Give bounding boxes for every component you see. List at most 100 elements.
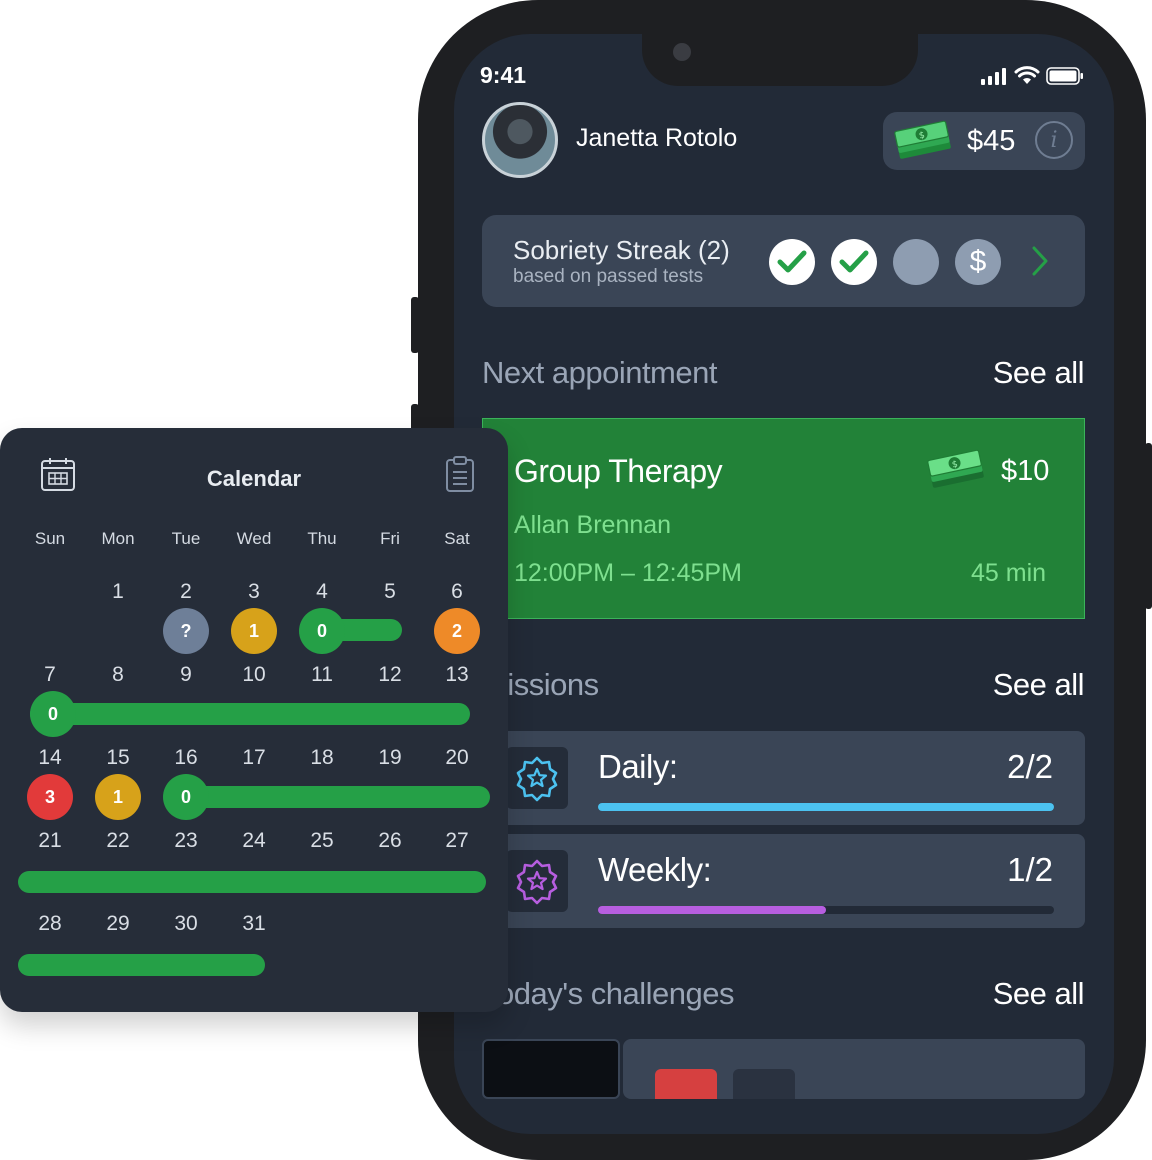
sobriety-streak-card[interactable]: Sobriety Streak (2) based on passed test… [482, 215, 1085, 307]
calendar-day[interactable]: 26 [365, 829, 415, 853]
clipboard-icon[interactable] [444, 455, 476, 493]
chevron-right-icon [1032, 246, 1048, 276]
calendar-title: Calendar [206, 466, 302, 491]
calendar-day[interactable]: 21 [25, 829, 75, 853]
see-all-challenges-link[interactable]: See all [993, 976, 1085, 1012]
calendar-day-badge[interactable]: 3 [27, 774, 73, 820]
appointment-price: $10 [1001, 455, 1050, 487]
calendar-day-badge[interactable]: 1 [231, 608, 277, 654]
streak-check-icon [769, 239, 815, 285]
streak-subtitle: based on passed tests [513, 266, 704, 287]
calendar-weekday-label: Mon [101, 529, 135, 548]
mission-count: 1/2 [1007, 851, 1053, 888]
calendar-day[interactable]: 5 [365, 580, 415, 604]
calendar-day[interactable]: 31 [229, 912, 279, 936]
challenges-heading: Today's challenges [482, 976, 734, 1011]
wifi-icon [1014, 66, 1040, 84]
badge-star-icon [506, 850, 568, 912]
calendar-day[interactable]: 14 [25, 746, 75, 770]
balance-amount: $45 [967, 125, 1016, 157]
appointment-duration: 45 min [971, 559, 1047, 587]
calendar-day[interactable]: 29 [93, 912, 143, 936]
calendar-day[interactable]: 8 [93, 663, 143, 687]
calendar-day[interactable]: 17 [229, 746, 279, 770]
mission-progress-fill [598, 803, 1054, 811]
cellular-signal-icon [981, 68, 1006, 85]
appointment-person: Allan Brennan [514, 511, 672, 539]
appointment-card[interactable]: Group Therapy $ $10 Allan Brennan 12:00P… [482, 418, 1085, 619]
camera-icon [673, 43, 691, 61]
calendar-day-badge[interactable]: 1 [95, 774, 141, 820]
calendar-streak-bar [18, 871, 486, 893]
status-time: 9:41 [480, 62, 527, 88]
mission-progress-bar [598, 906, 1054, 914]
see-all-appointments-link[interactable]: See all [993, 355, 1085, 391]
badge-star-icon [506, 747, 568, 809]
calendar-day-badge[interactable]: 0 [163, 774, 209, 820]
calendar-streak-bar [18, 954, 265, 976]
mission-label: Daily: [598, 748, 678, 785]
calendar-weekday-label: Wed [236, 529, 272, 548]
cash-stack-icon: $ [927, 449, 984, 488]
mission-daily-card[interactable]: Daily: 2/2 [482, 731, 1085, 825]
calendar-day-badge[interactable]: 0 [30, 691, 76, 737]
calendar-weekday-label: Sat [444, 529, 470, 548]
calendar-day[interactable]: 6 [432, 580, 482, 604]
user-name: Janetta Rotolo [576, 124, 738, 152]
avatar[interactable] [482, 102, 558, 178]
calendar-day[interactable]: 11 [297, 663, 347, 687]
calendar-day[interactable]: 19 [365, 746, 415, 770]
battery-icon [1046, 67, 1083, 85]
streak-title: Sobriety Streak (2) [513, 235, 730, 265]
cash-stack-icon: $ [894, 120, 951, 159]
calendar-day[interactable]: 9 [161, 663, 211, 687]
calendar-day[interactable]: 2 [161, 580, 211, 604]
challenge-thumbnail[interactable] [482, 1039, 620, 1099]
calendar-day-badge[interactable]: 0 [299, 608, 345, 654]
calendar-day-badge[interactable]: 2 [434, 608, 480, 654]
calendar-streak-bar [186, 786, 490, 808]
calendar-streak-bar [30, 703, 470, 725]
calendar-day[interactable]: 25 [297, 829, 347, 853]
calendar-day[interactable]: 16 [161, 746, 211, 770]
next-appointment-heading: Next appointment [482, 355, 717, 390]
calendar-day[interactable]: 12 [365, 663, 415, 687]
calendar-weekday-label: Tue [171, 529, 201, 548]
streak-dollar-icon: $ [955, 239, 1001, 285]
mission-progress-bar [598, 803, 1054, 811]
challenge-card[interactable] [623, 1039, 1085, 1099]
calendar-weekday-label: Fri [380, 529, 400, 548]
calendar-day[interactable]: 13 [432, 663, 482, 687]
status-icons [980, 66, 1084, 86]
mission-label: Weekly: [598, 851, 712, 888]
phone-power-button [1145, 443, 1152, 609]
calendar-day[interactable]: 7 [25, 663, 75, 687]
calendar-day[interactable]: 30 [161, 912, 211, 936]
balance-pill[interactable]: $ $45 i [883, 112, 1085, 170]
calendar-day[interactable]: 20 [432, 746, 482, 770]
see-all-missions-link[interactable]: See all [993, 667, 1085, 703]
calendar-weekday-label: Thu [307, 529, 337, 548]
mission-count: 2/2 [1007, 748, 1053, 785]
mission-progress-fill [598, 906, 826, 914]
calendar-day[interactable]: 4 [297, 580, 347, 604]
phone-silent-switch [411, 297, 419, 353]
calendar-card: Calendar Sun Mon Tue Wed Thu Fri Sat 1 2 3 4 5 6 7 8 9 1… [0, 428, 508, 1012]
calendar-day[interactable]: 18 [297, 746, 347, 770]
streak-pending-icon [893, 239, 939, 285]
calendar-weekday-label: Sun [34, 529, 66, 548]
calendar-day[interactable]: 28 [25, 912, 75, 936]
calendar-day[interactable]: 22 [93, 829, 143, 853]
calendar-day[interactable]: 3 [229, 580, 279, 604]
calendar-day[interactable]: 15 [93, 746, 143, 770]
challenge-tag [733, 1069, 795, 1099]
calendar-day-badge[interactable]: ? [163, 608, 209, 654]
mission-weekly-card[interactable]: Weekly: 1/2 [482, 834, 1085, 928]
calendar-day[interactable]: 23 [161, 829, 211, 853]
info-icon[interactable]: i [1035, 121, 1073, 159]
calendar-day[interactable]: 1 [93, 580, 143, 604]
calendar-day[interactable]: 24 [229, 829, 279, 853]
calendar-day[interactable]: 27 [432, 829, 482, 853]
challenge-tag [655, 1069, 717, 1099]
calendar-day[interactable]: 10 [229, 663, 279, 687]
